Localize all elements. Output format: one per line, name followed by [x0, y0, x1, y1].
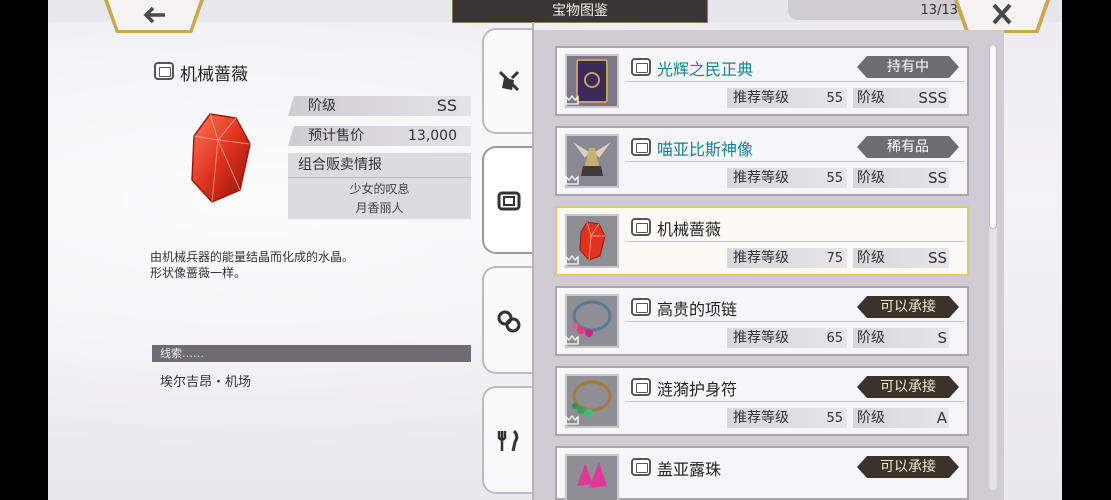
status-badge: 持有中 [857, 56, 959, 78]
red-gem-icon [188, 110, 252, 206]
recommend-level: 65 [826, 331, 843, 346]
treasure-card[interactable]: 盖亚露珠 可以承接 [555, 446, 969, 500]
treasure-card[interactable]: 高贵的项链 可以承接推荐等级 65 阶级 S [555, 286, 969, 356]
grade-value: SS [436, 96, 457, 115]
treasure-card-icon [154, 62, 174, 80]
card-divider [625, 81, 965, 82]
recommend-label: 推荐等级 [733, 250, 789, 266]
treasure-card-icon [631, 378, 651, 396]
recommend-label: 推荐等级 [733, 90, 789, 106]
scrollbar-thumb[interactable] [989, 44, 997, 229]
detail-item-name: 机械蔷薇 [180, 65, 248, 85]
grade-label: 阶级 [308, 98, 336, 114]
status-badge: 稀有品 [857, 136, 959, 158]
treasure-card-icon [496, 188, 522, 214]
recommend-level: 55 [826, 411, 843, 426]
grade-value: S [937, 329, 947, 347]
item-name: 涟漪护身符 [657, 380, 738, 399]
page-title: 宝物图鉴 [452, 0, 708, 23]
crown-icon [565, 334, 581, 347]
tab-materials[interactable] [482, 266, 534, 374]
price-value: 13,000 [408, 128, 457, 144]
card-divider [625, 241, 965, 242]
tab-treasure[interactable] [482, 146, 534, 254]
description-line: 形状像蔷薇一样。 [150, 266, 247, 280]
grade-label: 阶级 [857, 250, 885, 266]
price-label: 预计售价 [308, 128, 364, 144]
treasure-card[interactable]: 光辉之民正典 持有中推荐等级 55 阶级 SSS [555, 46, 969, 116]
description-line: 由机械兵器的能量结晶而化成的水晶。 [150, 250, 355, 264]
shield-sword-icon [496, 68, 522, 94]
item-name: 光辉之民正典 [657, 60, 754, 79]
treasure-card-icon [631, 138, 651, 156]
crown-icon [565, 174, 581, 187]
grade-value: SS [927, 249, 947, 267]
combo-item: 月香丽人 [355, 201, 404, 215]
crown-icon [565, 254, 581, 267]
grade-value: SSS [918, 89, 947, 107]
recommend-level: 55 [826, 171, 843, 186]
combo-title: 组合贩卖情报 [298, 157, 382, 173]
card-divider [625, 401, 965, 402]
crown-icon [565, 94, 581, 107]
grade-value: SS [927, 169, 947, 187]
recommend-level: 55 [826, 91, 843, 106]
card-divider [625, 321, 965, 322]
treasure-card[interactable]: 喵亚比斯神像 稀有品推荐等级 55 阶级 SS [555, 126, 969, 196]
grade-label: 阶级 [857, 170, 885, 186]
combo-sale-box: 组合贩卖情报 少女的叹息 月香丽人 [288, 153, 471, 219]
fork-knife-icon [496, 428, 522, 454]
item-name: 喵亚比斯神像 [657, 140, 754, 159]
recommend-level: 75 [826, 251, 843, 266]
treasure-card-icon [631, 58, 651, 76]
treasure-card-icon [631, 218, 651, 236]
recommend-label: 推荐等级 [733, 170, 789, 186]
clue-bar: 线索…… [152, 345, 471, 362]
status-badge: 可以承接 [857, 296, 959, 318]
tab-equipment[interactable] [482, 28, 534, 134]
combo-item: 少女的叹息 [349, 182, 410, 196]
item-name: 机械蔷薇 [657, 220, 722, 239]
grade-label: 阶级 [857, 330, 885, 346]
close-icon[interactable] [988, 3, 1016, 27]
collection-count: 13/13 [920, 3, 958, 18]
treasure-card-icon [631, 298, 651, 316]
grade-row: 阶级 SS [288, 96, 471, 116]
gear-cluster-icon [496, 308, 522, 334]
clue-label: 线索…… [160, 347, 204, 360]
tab-food[interactable] [482, 386, 534, 494]
card-divider [625, 161, 965, 162]
treasure-card-icon [631, 458, 651, 476]
status-badge: 可以承接 [857, 456, 959, 478]
item-name: 盖亚露珠 [657, 460, 722, 479]
clue-text: 埃尔吉昂・机场 [160, 375, 252, 390]
back-arrow-icon[interactable] [143, 6, 167, 24]
pink-crystal-icon [565, 454, 619, 500]
treasure-card[interactable]: 机械蔷薇 推荐等级 75 阶级 SS [555, 206, 969, 276]
game-screen: 13/13 宝物图鉴 机械蔷薇 阶级 SS 预计售价 13,000 组合贩卖情报… [48, 0, 1062, 500]
grade-label: 阶级 [857, 90, 885, 106]
price-row: 预计售价 13,000 [288, 126, 471, 146]
item-description: 由机械兵器的能量结晶而化成的水晶。 形状像蔷薇一样。 [150, 249, 354, 281]
grade-label: 阶级 [857, 410, 885, 426]
treasure-card[interactable]: 涟漪护身符 可以承接推荐等级 55 阶级 A [555, 366, 969, 436]
crown-icon [565, 414, 581, 427]
grade-value: A [936, 409, 947, 427]
status-badge: 可以承接 [857, 376, 959, 398]
recommend-label: 推荐等级 [733, 410, 789, 426]
recommend-label: 推荐等级 [733, 330, 789, 346]
item-name: 高贵的项链 [657, 300, 738, 319]
